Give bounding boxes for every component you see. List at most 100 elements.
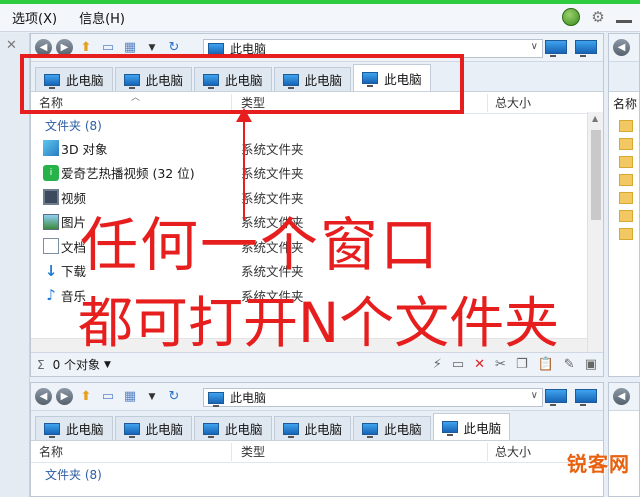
column-size[interactable]: 总大小 — [495, 94, 531, 111]
column-divider[interactable] — [487, 94, 488, 112]
column-divider[interactable] — [487, 443, 488, 461]
delete-icon[interactable]: ✕ — [474, 357, 485, 372]
folder-icon[interactable] — [619, 174, 633, 186]
iqiyi-icon: i — [43, 164, 59, 181]
toolbar: ◀ — [609, 34, 639, 62]
tab-this-pc-active[interactable]: 此电脑 — [432, 413, 511, 440]
computer-icon — [208, 391, 224, 407]
computer-icon — [208, 42, 224, 58]
menu-info[interactable]: 信息(H) — [79, 8, 125, 27]
refresh-icon[interactable]: ↻ — [165, 389, 183, 405]
list-item[interactable]: 3D 对象 系统文件夹 — [31, 136, 603, 161]
close-icon[interactable]: ✕ — [6, 38, 17, 53]
up-folder-icon[interactable]: ⬆ — [77, 389, 95, 405]
tab-this-pc[interactable]: 此电脑 — [273, 416, 352, 440]
list-item[interactable]: 视频 系统文件夹 — [31, 185, 603, 210]
folder-icon[interactable] — [619, 210, 633, 222]
list-item[interactable]: i 爱奇艺热播视频 (32 位) 系统文件夹 — [31, 161, 603, 186]
item-name: 3D 对象 — [61, 141, 108, 157]
edit-icon[interactable]: ✎ — [564, 357, 575, 372]
item-type: 系统文件夹 — [241, 166, 304, 182]
view-icon[interactable]: ▦ — [121, 389, 139, 405]
back-icon[interactable]: ◀ — [613, 39, 630, 56]
layout-alt-icon[interactable] — [575, 389, 597, 406]
computer-icon — [123, 422, 140, 438]
status-bar: Σ 0 个对象 ▼ ⚡ ▭ ✕ ✂ ❐ 📋 ✎ ▣ — [31, 352, 603, 376]
scroll-thumb[interactable] — [591, 130, 601, 220]
menubar: 选项(X) 信息(H) ⚙ — [0, 4, 640, 32]
rename-icon[interactable]: ▭ — [452, 357, 464, 372]
folder-icon[interactable] — [619, 156, 633, 168]
highlight-box — [20, 54, 464, 114]
status-dropdown-icon[interactable]: ▼ — [104, 360, 111, 370]
properties-icon[interactable]: ▣ — [585, 357, 597, 372]
copy-icon[interactable]: ❐ — [516, 357, 528, 372]
folder-icon[interactable] — [619, 228, 633, 240]
layout-icon[interactable] — [545, 40, 567, 57]
computer-icon — [44, 422, 60, 438]
computer-icon — [203, 422, 220, 438]
column-name[interactable]: 名称 — [609, 92, 639, 114]
item-type: 系统文件夹 — [241, 141, 304, 157]
tab-label: 此电脑 — [384, 422, 422, 437]
music-icon: ♪ — [46, 286, 56, 305]
cut-icon[interactable]: ✂ — [495, 357, 506, 372]
menu-options[interactable]: 选项(X) — [12, 8, 57, 27]
group-header[interactable]: 文件夹 (8) — [31, 114, 603, 136]
explorer-pane-bottom: ◀ ▶ ⬆ ▭ ▦ ▼ ↻ 此电脑 ∨ 此电脑 此电脑 此电脑 此电脑 此电脑 … — [30, 382, 604, 497]
tab-label: 此电脑 — [225, 422, 263, 437]
vertical-scrollbar[interactable]: ▲ — [587, 112, 603, 352]
tab-this-pc[interactable]: 此电脑 — [114, 416, 193, 440]
minimize-icon[interactable] — [616, 19, 632, 23]
gear-icon[interactable]: ⚙ — [590, 9, 606, 25]
scroll-up-icon[interactable]: ▲ — [592, 114, 598, 123]
app-logo-icon[interactable] — [562, 8, 580, 26]
address-bar[interactable]: 此电脑 ∨ — [203, 388, 543, 407]
tab-label: 此电脑 — [145, 422, 184, 437]
back-icon[interactable]: ◀ — [35, 388, 52, 405]
tab-this-pc[interactable]: 此电脑 — [194, 416, 272, 440]
column-size[interactable]: 总大小 — [495, 443, 531, 460]
status-actions: ⚡ ▭ ✕ ✂ ❐ 📋 ✎ ▣ — [433, 357, 597, 372]
view-dropdown-icon[interactable]: ▼ — [143, 389, 161, 405]
folder-icon[interactable] — [619, 120, 633, 132]
sigma-icon: Σ — [37, 357, 45, 372]
folder-icon[interactable] — [619, 192, 633, 204]
pictures-icon — [43, 213, 59, 230]
toolbar-right — [545, 389, 597, 406]
layout-alt-icon[interactable] — [575, 40, 597, 57]
item-name: 爱奇艺热播视频 (32 位) — [61, 166, 195, 182]
watermark-logo: 锐客网 — [567, 452, 630, 476]
address-dropdown-icon[interactable]: ∨ — [531, 41, 538, 52]
tab-this-pc[interactable]: 此电脑 — [35, 416, 113, 440]
new-folder-icon[interactable]: ▭ — [99, 389, 117, 405]
tab-label: 此电脑 — [463, 420, 502, 436]
column-name[interactable]: 名称 — [39, 443, 63, 460]
explorer-pane-right: ◀ 名称 — [608, 33, 640, 377]
group-header[interactable]: 文件夹 (8) — [31, 463, 603, 485]
column-divider[interactable] — [231, 443, 232, 461]
tab-strip — [609, 62, 639, 92]
layout-icon[interactable] — [545, 389, 567, 406]
paste-icon[interactable]: 📋 — [538, 357, 554, 372]
column-headers: 名称 类型 总大小 — [31, 441, 603, 463]
column-type[interactable]: 类型 — [241, 443, 265, 460]
address-dropdown-icon[interactable]: ∨ — [531, 390, 538, 401]
address-text: 此电脑 — [230, 391, 267, 405]
forward-icon[interactable]: ▶ — [56, 388, 73, 405]
back-icon[interactable]: ◀ — [613, 388, 630, 405]
tab-strip: 此电脑 此电脑 此电脑 此电脑 此电脑 此电脑 — [31, 411, 603, 441]
folder-icon[interactable] — [619, 138, 633, 150]
3d-objects-icon — [43, 140, 59, 157]
status-count: 0 个对象 — [52, 358, 101, 372]
documents-icon — [43, 238, 59, 255]
tab-this-pc[interactable]: 此电脑 — [353, 416, 431, 440]
computer-icon — [362, 422, 379, 438]
toolbar: ◀ ▶ ⬆ ▭ ▦ ▼ ↻ 此电脑 ∨ — [31, 383, 603, 411]
menubar-right: ⚙ — [562, 8, 632, 26]
annotation-line2: 都可打开N个文件夹 — [78, 291, 560, 355]
computer-icon — [441, 421, 458, 436]
lightning-icon[interactable]: ⚡ — [433, 357, 442, 372]
computer-icon — [282, 422, 299, 438]
arrow-line — [243, 118, 245, 220]
